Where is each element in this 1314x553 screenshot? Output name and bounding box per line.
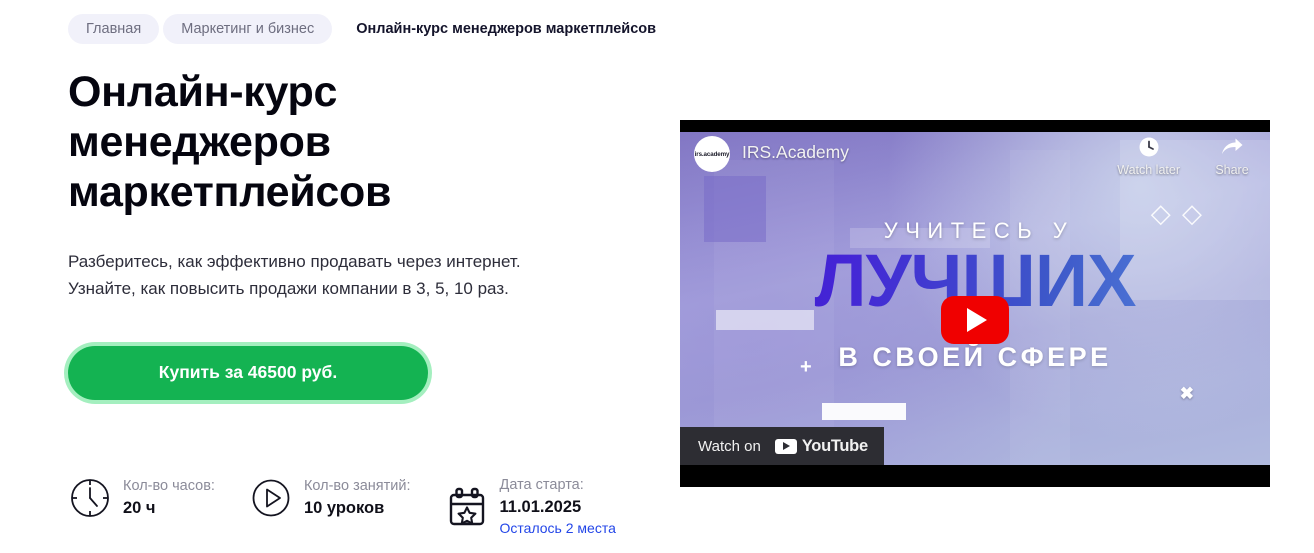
play-triangle-icon [967, 308, 987, 332]
hero-subtitle: Разберитесь, как эффективно продавать че… [68, 248, 568, 303]
channel-avatar[interactable]: irs.academy [694, 136, 730, 172]
share-button[interactable]: Share [1208, 136, 1256, 177]
video-headline-3: В СВОЕЙ СФЕРЕ [838, 342, 1112, 372]
info-label-lessons: Кол-во занятий: [303, 478, 411, 495]
breadcrumb-item-home[interactable]: Главная [68, 14, 160, 44]
info-item-start-date: Дата старта: 11.01.2025 Осталось 2 места [445, 476, 616, 538]
close-icon[interactable]: ✖ [1180, 384, 1194, 404]
info-item-hours: Кол-во часов: 20 ч [68, 476, 215, 520]
course-info-row: Кол-во часов: 20 ч Кол-во занятий: 10 ур… [68, 476, 616, 538]
youtube-play-icon [774, 438, 797, 454]
info-label-start-date: Дата старта: [499, 477, 584, 493]
watch-on-label: Watch on [698, 437, 761, 455]
clock-icon-watch-later [1138, 136, 1160, 163]
channel-name[interactable]: IRS.Academy [742, 142, 849, 163]
info-label-hours: Кол-во часов: [123, 478, 215, 495]
info-value-hours: 20 ч [123, 498, 156, 517]
breadcrumb: Главная Маркетинг и бизнес Онлайн-курс м… [68, 14, 677, 44]
info-text-hours: Кол-во часов: 20 ч [123, 477, 215, 519]
info-text-start-date: Дата старта: 11.01.2025 Осталось 2 места [500, 476, 616, 538]
seats-left-link[interactable]: Осталось 2 места [500, 518, 616, 538]
video-actions: Watch later Share [1117, 136, 1256, 177]
calendar-star-icon [445, 485, 489, 529]
info-value-start-date: 11.01.2025 [499, 497, 582, 516]
video-letterbox-top [680, 120, 1270, 132]
watch-on-youtube-button[interactable]: Watch on YouTube [680, 427, 884, 465]
share-arrow-icon [1220, 136, 1244, 163]
buy-button[interactable]: Купить за 46500 руб. [68, 345, 428, 400]
breadcrumb-item-current: Онлайн-курс менеджеров маркетплейсов [336, 14, 677, 44]
page-title: Онлайн-курс менеджеров маркетплейсов [68, 68, 392, 216]
info-value-lessons: 10 уроков [303, 498, 385, 517]
watch-later-label: Watch later [1117, 163, 1180, 177]
info-item-lessons: Кол-во занятий: 10 уроков [249, 476, 411, 520]
breadcrumb-item-category[interactable]: Маркетинг и бизнес [163, 14, 333, 44]
youtube-video-embed[interactable]: ◇ ◇ УЧИТЕСЬ У ЛУЧШИХ + В СВОЕЙ СФЕРЕ irs… [680, 120, 1270, 487]
video-decor-panel-b [822, 403, 906, 420]
hero-left-column: Онлайн-курс менеджеров маркетплейсов Раз… [68, 68, 648, 400]
hero-subtitle-line-2: Узнайте, как повысить продажи компании в… [68, 279, 509, 299]
clock-icon [68, 476, 112, 520]
watch-later-button[interactable]: Watch later [1117, 136, 1180, 177]
cta-wrapper: Купить за 46500 руб. [68, 345, 648, 400]
page-root: Главная Маркетинг и бизнес Онлайн-курс м… [0, 0, 1314, 553]
share-label: Share [1215, 163, 1249, 177]
video-letterbox-bottom [680, 465, 1270, 487]
info-text-lessons: Кол-во занятий: 10 уроков [304, 477, 411, 519]
hero-subtitle-line-1: Разберитесь, как эффективно продавать че… [68, 251, 521, 271]
play-circle-icon [249, 476, 293, 520]
youtube-label: YouTube [801, 436, 868, 455]
video-play-button[interactable] [941, 296, 1009, 344]
video-overlay-header: irs.academy IRS.Academy Watch later Shar… [694, 136, 1256, 196]
